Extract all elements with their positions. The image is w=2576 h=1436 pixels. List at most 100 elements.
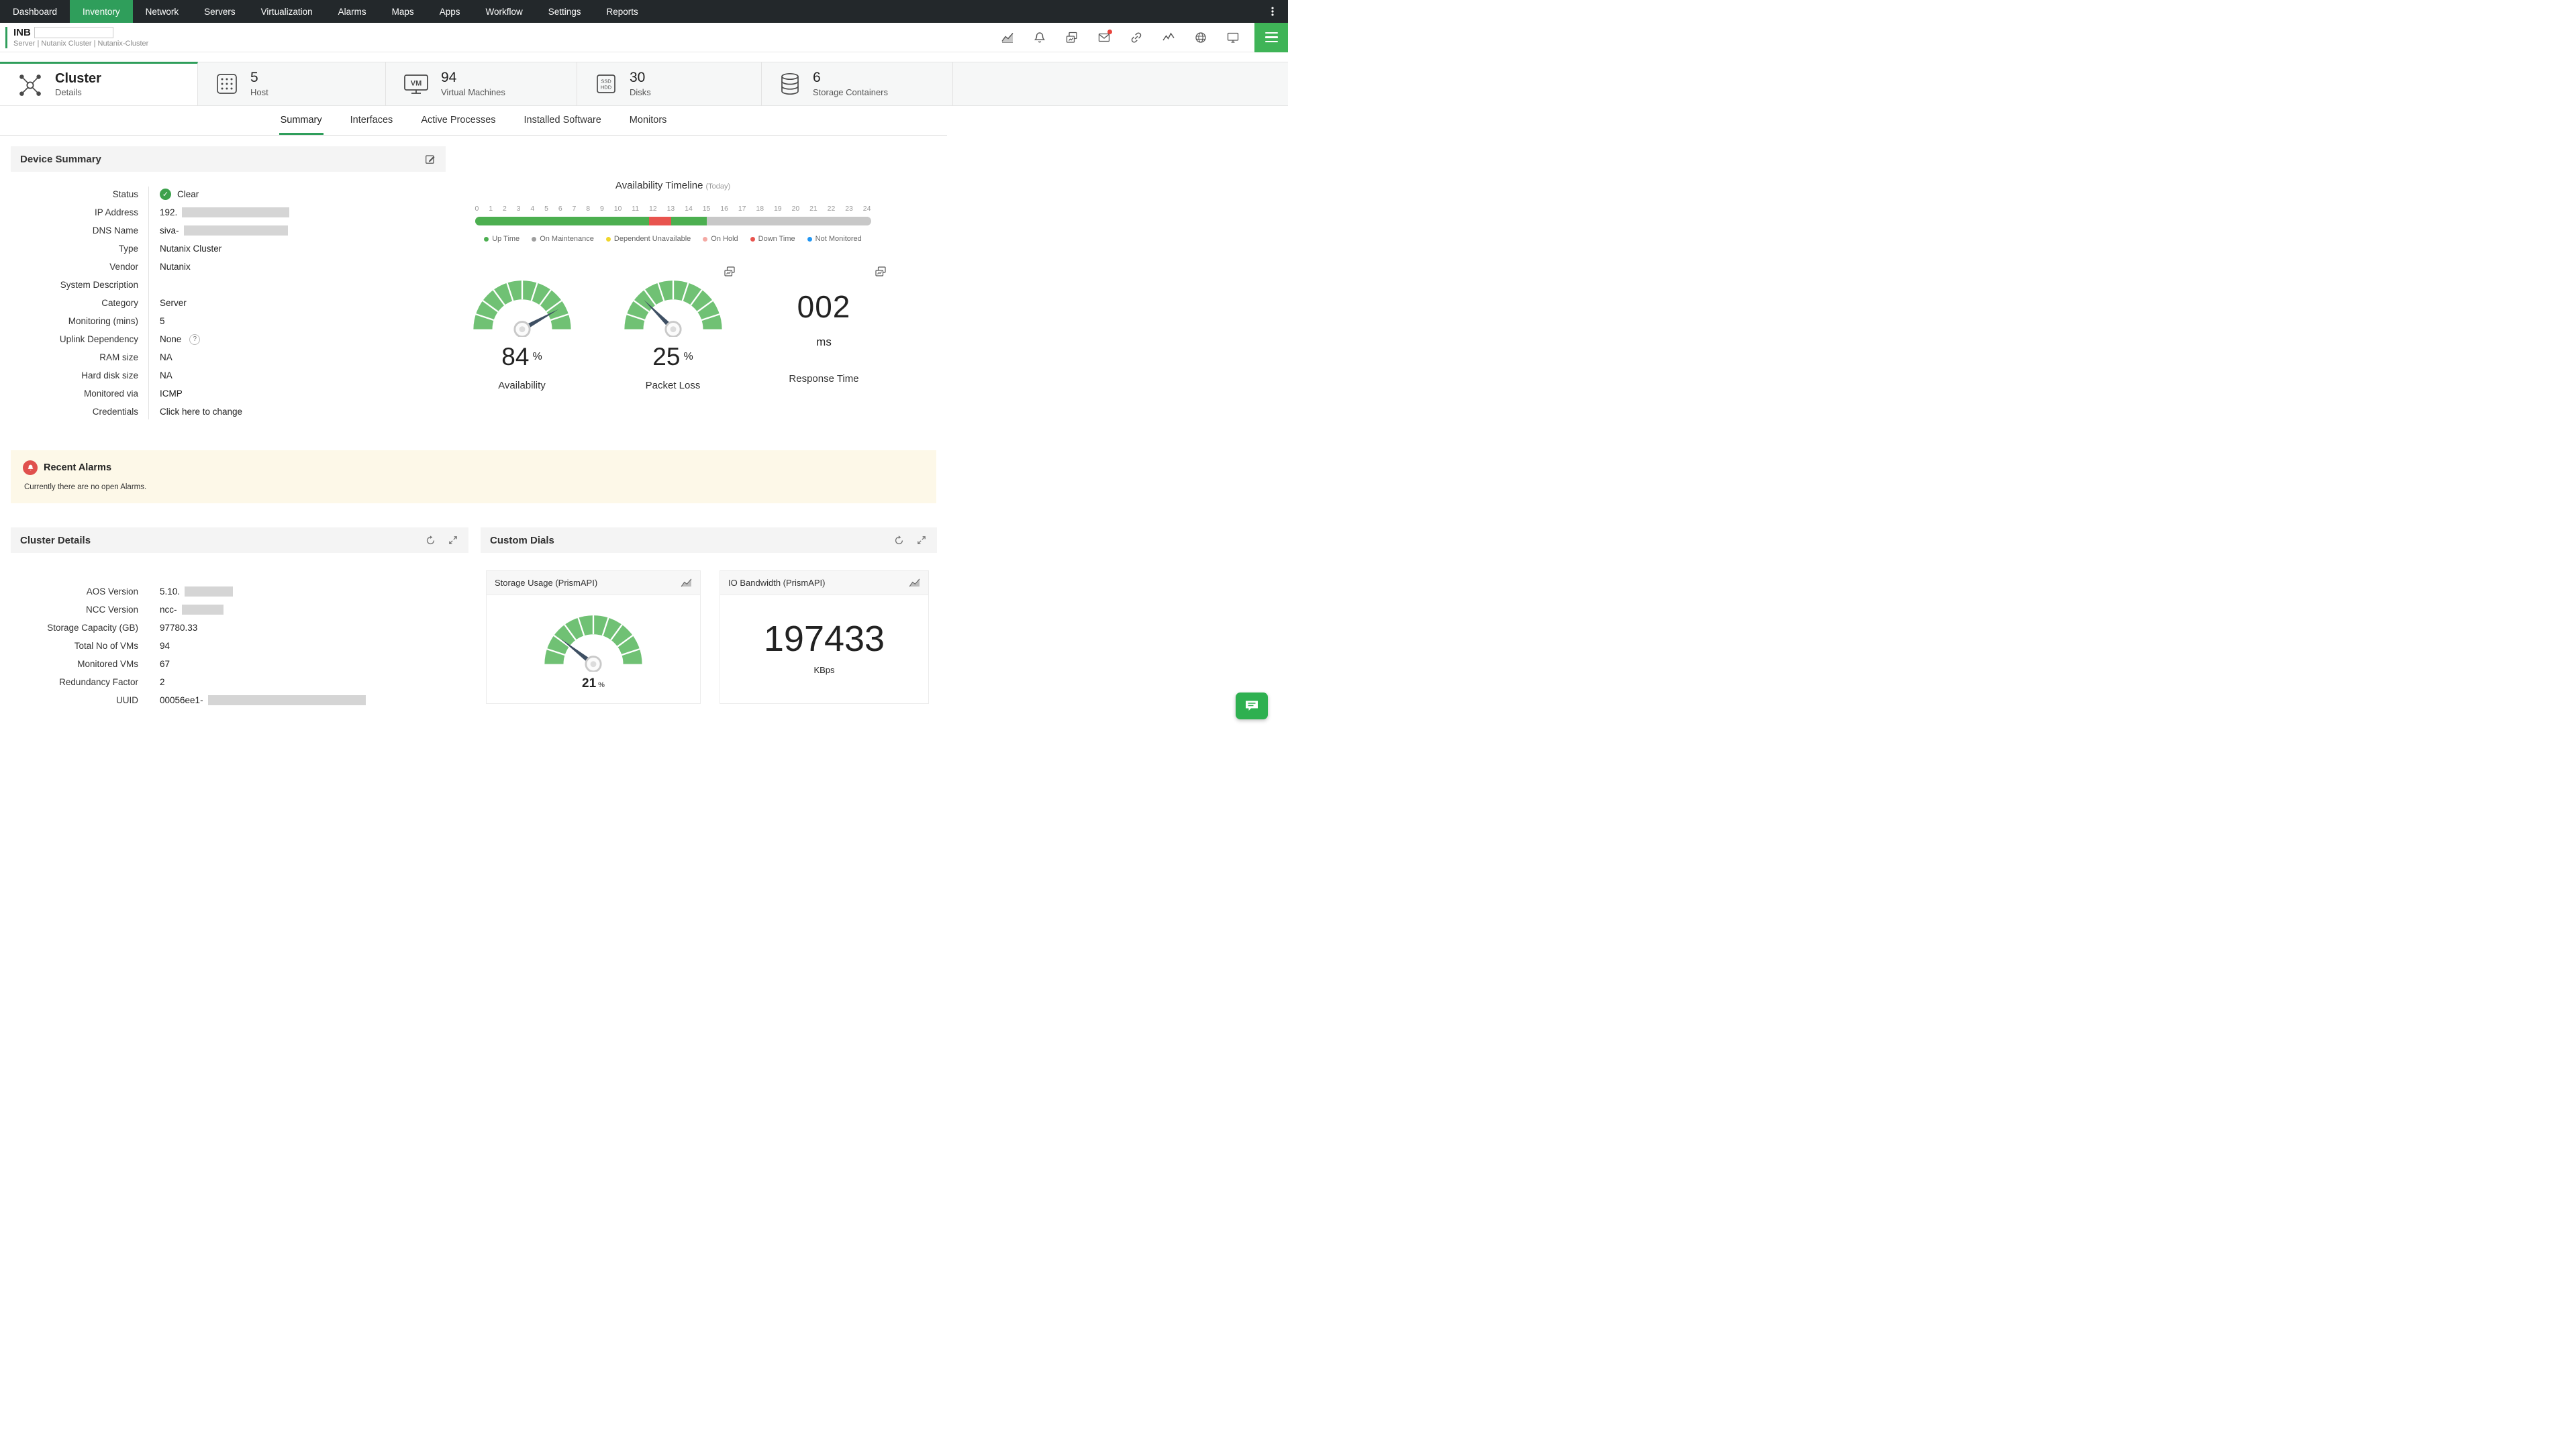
nav-item-settings[interactable]: Settings	[536, 0, 594, 23]
hour-label: 19	[773, 205, 782, 213]
device-summary-panel: Device Summary Status ✓ Clear IP Address 192…	[11, 146, 446, 421]
more-menu-icon[interactable]	[1257, 0, 1288, 23]
hour-label: 12	[649, 205, 657, 213]
legend-label: Dependent Unavailable	[613, 235, 691, 243]
device-name-text: INB	[13, 27, 31, 38]
timeline-segment-down-time	[649, 217, 671, 225]
field-row: UUID 00056ee1-	[11, 691, 468, 709]
mail-icon[interactable]	[1097, 29, 1112, 44]
refresh-icon[interactable]	[424, 534, 436, 546]
tab-count: 30	[630, 70, 646, 86]
tab-cluster-details[interactable]: Cluster Details	[0, 62, 198, 105]
recent-alarms-title: Recent Alarms	[44, 462, 112, 473]
nav-item-alarms[interactable]: Alarms	[326, 0, 379, 23]
area-chart-icon[interactable]	[681, 578, 692, 587]
tab-label: Disks	[630, 87, 651, 97]
status-clear-icon: ✓	[160, 189, 171, 200]
tab-virtual-machines[interactable]: VM 94 Virtual Machines	[386, 62, 577, 105]
field-value: 5	[160, 316, 165, 326]
tab-host[interactable]: 5 Host	[198, 62, 386, 105]
legend-dot	[750, 236, 755, 242]
subtab-active-processes[interactable]: Active Processes	[419, 115, 497, 135]
field-label: Type	[118, 244, 138, 254]
subtab-row: Summary Interfaces Active Processes Install…	[0, 106, 947, 136]
hour-label: 2	[502, 205, 507, 213]
display-icon[interactable]	[1226, 31, 1240, 44]
field-row: Status ✓ Clear	[11, 185, 446, 203]
panel-title: Device Summary	[20, 153, 101, 165]
disk-icon: SSD HDD	[593, 71, 619, 97]
nav-item-reports[interactable]: Reports	[594, 0, 651, 23]
hour-label: 23	[845, 205, 853, 213]
nav-item-workflow[interactable]: Workflow	[473, 0, 535, 23]
legend-dot	[532, 236, 537, 242]
field-row: DNS Name siva-	[11, 221, 446, 240]
area-chart-icon[interactable]	[909, 578, 920, 587]
performance-chart-icon[interactable]	[1001, 31, 1014, 44]
expand-icon[interactable]	[915, 534, 928, 546]
gauge-dial	[538, 606, 648, 672]
gauge-value: 84%	[501, 343, 542, 371]
field-value: 2	[160, 677, 165, 687]
hour-label: 20	[791, 205, 800, 213]
field-label: Hard disk size	[81, 370, 138, 380]
subtab-interfaces[interactable]: Interfaces	[349, 115, 395, 135]
gauge-value: 25%	[652, 343, 693, 371]
nav-item-network[interactable]: Network	[133, 0, 192, 23]
packet-loss-gauge: 25% Packet Loss	[609, 266, 737, 391]
nav-item-virtualization[interactable]: Virtualization	[248, 0, 326, 23]
legend-label: On Maintenance	[540, 235, 594, 243]
tab-label: Host	[250, 87, 268, 97]
field-row: Monitored VMs 67	[11, 655, 468, 673]
hour-label: 9	[599, 205, 604, 213]
edit-icon[interactable]	[424, 153, 436, 165]
subtab-summary[interactable]: Summary	[279, 115, 324, 135]
alarm-bell-icon[interactable]	[1033, 31, 1046, 44]
link-icon[interactable]	[1130, 31, 1143, 44]
nav-item-servers[interactable]: Servers	[191, 0, 248, 23]
tab-storage-containers[interactable]: 6 Storage Containers	[762, 62, 953, 105]
field-value: Nutanix	[160, 262, 191, 272]
legend-dot	[807, 236, 812, 242]
subtab-monitors[interactable]: Monitors	[628, 115, 668, 135]
dial-cards: Storage Usage (PrismAPI) 21 % IO Bandwid…	[486, 570, 937, 705]
hour-label: 18	[756, 205, 764, 213]
legend-item: Dependent Unavailable	[605, 235, 691, 243]
field-value: siva-	[160, 225, 288, 236]
hour-label: 8	[586, 205, 591, 213]
field-row: System Description	[11, 276, 446, 294]
field-row: Vendor Nutanix	[11, 258, 446, 276]
sparkline-icon[interactable]	[1162, 31, 1175, 44]
hour-label: 13	[666, 205, 675, 213]
globe-icon[interactable]	[1194, 31, 1207, 44]
legend-label: Up Time	[492, 235, 520, 243]
field-label: Status	[112, 189, 138, 199]
redacted-value	[207, 695, 366, 705]
expand-icon[interactable]	[447, 534, 459, 546]
hour-label: 11	[632, 205, 640, 213]
availability-section: Availability Timeline (Today) 01234567891…	[446, 146, 947, 421]
accent-bar	[5, 26, 7, 48]
storage-container-icon	[778, 71, 802, 97]
nav-item-apps[interactable]: Apps	[427, 0, 473, 23]
subtab-installed-software[interactable]: Installed Software	[523, 115, 603, 135]
feedback-chat-button[interactable]	[1236, 693, 1268, 719]
refresh-icon[interactable]	[893, 534, 905, 546]
nav-item-dashboard[interactable]: Dashboard	[0, 0, 70, 23]
field-value[interactable]: Click here to change	[160, 407, 242, 417]
nav-item-inventory[interactable]: Inventory	[70, 0, 133, 23]
hour-label: 21	[809, 205, 818, 213]
help-icon[interactable]: ?	[189, 334, 201, 345]
export-icon[interactable]	[1065, 31, 1079, 44]
hamburger-menu-button[interactable]	[1254, 22, 1288, 52]
field-value: 5.10.	[160, 586, 234, 597]
nav-item-maps[interactable]: Maps	[379, 0, 427, 23]
tab-disks[interactable]: SSD HDD 30 Disks	[577, 62, 762, 105]
field-value: ✓ Clear	[160, 189, 199, 200]
timeline-legend: Up Time On Maintenance Dependent Unavailab…	[446, 235, 900, 243]
field-label: Redundancy Factor	[59, 677, 138, 687]
add-to-dashboard-icon[interactable]	[875, 266, 887, 281]
timeline-hours: 0 1 2 3 4 5 6 7 8 9 10 11 12 13 14 15 16 17 18 19 20 21 22 23 24	[475, 205, 871, 213]
add-to-dashboard-icon[interactable]	[724, 266, 736, 281]
legend-dot	[703, 236, 708, 242]
